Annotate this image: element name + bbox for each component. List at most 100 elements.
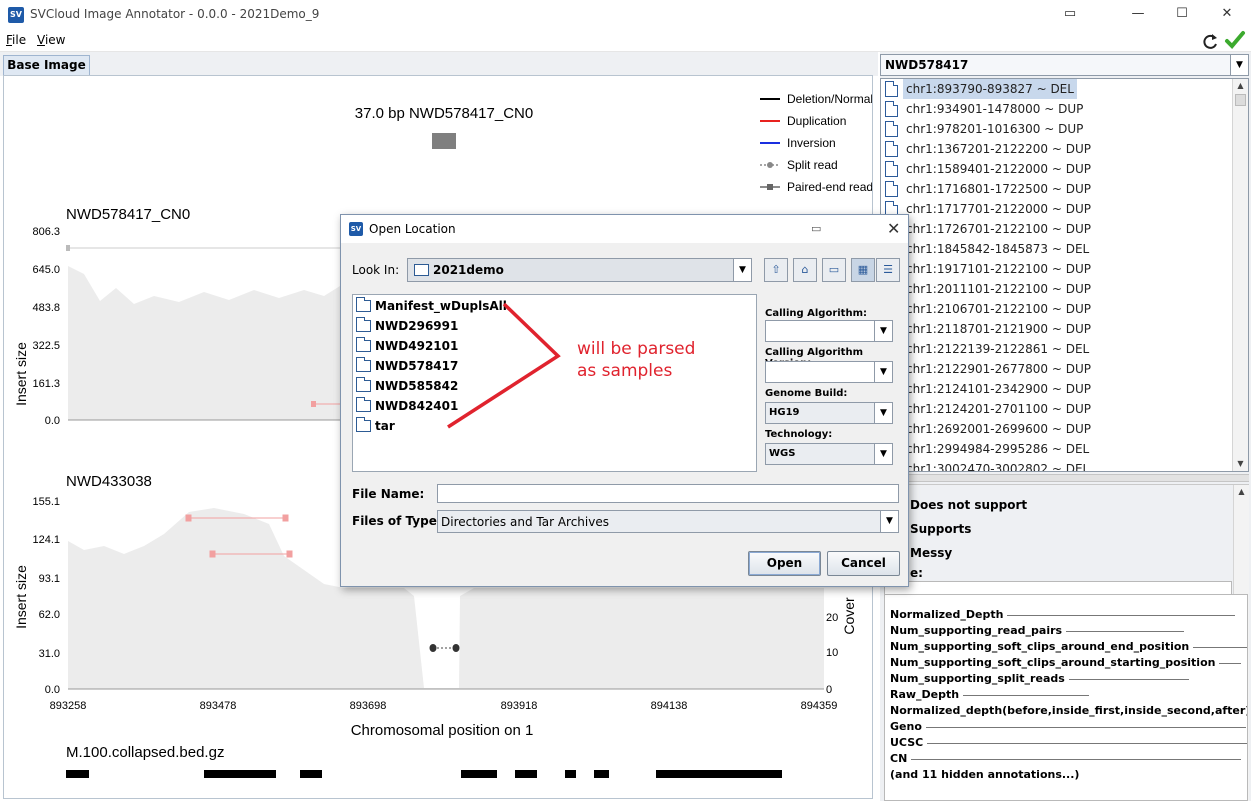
annotation-item-label: Num_supporting_soft_clips_around_startin… xyxy=(890,656,1216,669)
panel2-ytick: 62.0 xyxy=(39,609,60,621)
annotation-item-label: (and 11 hidden annotations...) xyxy=(890,768,1080,781)
sv-list-item[interactable]: chr1:2124101-2342900 ~ DUP xyxy=(885,379,1230,399)
annotation-value-line xyxy=(927,742,1247,744)
checkmark-icon[interactable] xyxy=(1224,30,1246,50)
split-divider[interactable] xyxy=(880,474,1249,482)
sample-selector[interactable]: NWD578417 ▼ xyxy=(880,54,1249,76)
chevron-down-icon[interactable]: ▼ xyxy=(880,511,898,532)
sv-list-item[interactable]: chr1:1367201-2122200 ~ DUP xyxy=(885,139,1230,159)
sv-list-item[interactable]: chr1:1716801-1722500 ~ DUP xyxy=(885,179,1230,199)
close-button[interactable]: ✕ xyxy=(1210,2,1244,26)
genome-build-combo[interactable]: HG19 ▼ xyxy=(765,402,893,424)
sv-list-item-label: chr1:1717701-2122000 ~ DUP xyxy=(906,202,1091,216)
sv-list-item[interactable]: chr1:2118701-2121900 ~ DUP xyxy=(885,319,1230,339)
tab-strip: Base Image xyxy=(0,52,878,76)
bed-track xyxy=(66,770,782,778)
chevron-down-icon[interactable]: ▼ xyxy=(874,444,892,464)
option-messy[interactable]: Messy xyxy=(910,546,952,560)
annotation-item[interactable]: Num_supporting_read_pairs xyxy=(890,623,1185,639)
refresh-icon[interactable] xyxy=(1200,32,1220,50)
maximize-button[interactable]: ☐ xyxy=(1165,2,1199,26)
sv-list-item[interactable]: chr1:1726701-2122100 ~ DUP xyxy=(885,219,1230,239)
sv-list-item[interactable]: chr1:1589401-2122000 ~ DUP xyxy=(885,159,1230,179)
coverage-tick: 10 xyxy=(826,647,838,659)
option-does-not-support[interactable]: Does not support xyxy=(910,498,1027,512)
annotation-item[interactable]: Num_supporting_soft_clips_around_startin… xyxy=(890,655,1242,671)
header-bar xyxy=(432,133,456,149)
folder-icon xyxy=(414,264,429,276)
callout-line-2: as samples xyxy=(577,361,673,381)
panel2-ytick: 93.1 xyxy=(39,573,60,585)
annotation-item[interactable]: Num_supporting_split_reads xyxy=(890,671,1189,687)
annotation-item[interactable]: UCSC xyxy=(890,735,1247,751)
menu-view[interactable]: View xyxy=(37,33,65,47)
sv-list-item-label: chr1:934901-1478000 ~ DUP xyxy=(906,102,1084,116)
legend: Deletion/Normal Duplication Inversion Sp… xyxy=(760,92,872,194)
sv-list-item[interactable]: chr1:2124201-2701100 ~ DUP xyxy=(885,399,1230,419)
look-in-label: Look In: xyxy=(352,263,400,277)
callout-text: will be parsed as samples xyxy=(577,338,695,382)
home-icon[interactable]: ⌂ xyxy=(793,258,817,282)
annotation-item[interactable]: Normalized_Depth xyxy=(890,607,1236,623)
technology-combo[interactable]: WGS ▼ xyxy=(765,443,893,465)
sv-list-item[interactable]: chr1:2994984-2995286 ~ DEL xyxy=(885,439,1230,459)
list-view-icon[interactable]: ▦ xyxy=(851,258,875,282)
dialog-close-icon[interactable]: ✕ xyxy=(887,219,900,238)
annotation-item[interactable]: Geno xyxy=(890,719,1246,735)
coverage-tick: 0 xyxy=(826,684,832,696)
cancel-button[interactable]: Cancel xyxy=(827,551,900,576)
minimize-button[interactable]: — xyxy=(1121,2,1155,26)
chevron-down-icon[interactable]: ▼ xyxy=(733,259,751,281)
sv-list-item[interactable]: chr1:2122139-2122861 ~ DEL xyxy=(885,339,1230,359)
open-button[interactable]: Open xyxy=(748,551,821,576)
legend-duplication: Duplication xyxy=(787,114,846,128)
sv-list-item[interactable]: chr1:893790-893827 ~ DEL xyxy=(885,79,1230,99)
option-supports[interactable]: Supports xyxy=(910,522,971,536)
scroll-thumb[interactable] xyxy=(1235,94,1246,106)
sv-list-scrollbar[interactable]: ▲ ▼ xyxy=(1232,79,1248,471)
sv-list-item[interactable]: chr1:1917101-2122100 ~ DUP xyxy=(885,259,1230,279)
sv-list-item[interactable]: chr1:1717701-2122000 ~ DUP xyxy=(885,199,1230,219)
scroll-down-icon[interactable]: ▼ xyxy=(1233,457,1248,471)
annotation-item[interactable]: Num_supporting_soft_clips_around_end_pos… xyxy=(890,639,1247,655)
calling-algorithm-combo[interactable]: ▼ xyxy=(765,320,893,342)
sv-list-item[interactable]: chr1:1845842-1845873 ~ DEL xyxy=(885,239,1230,259)
chevron-down-icon[interactable]: ▼ xyxy=(874,403,892,423)
annotation-item-label: Normalized_Depth xyxy=(890,608,1004,621)
annotation-item[interactable]: (and 11 hidden annotations...) xyxy=(890,767,1079,783)
calling-algorithm-version-combo[interactable]: ▼ xyxy=(765,361,893,383)
dialog-title-bar: SV Open Location ▭ ✕ xyxy=(341,215,908,243)
menu-bar: File View xyxy=(0,30,1251,52)
details-view-icon[interactable]: ☰ xyxy=(876,258,900,282)
note-field[interactable] xyxy=(884,581,1232,595)
files-of-type-combo[interactable]: Directories and Tar Archives ▼ xyxy=(437,510,899,533)
chevron-down-icon[interactable]: ▼ xyxy=(874,362,892,382)
chevron-down-icon[interactable]: ▼ xyxy=(874,321,892,341)
sv-list-item[interactable]: chr1:2011101-2122100 ~ DUP xyxy=(885,279,1230,299)
sv-list-item[interactable]: chr1:2122901-2677800 ~ DUP xyxy=(885,359,1230,379)
sv-list[interactable]: chr1:893790-893827 ~ DEL chr1:934901-1478… xyxy=(880,78,1249,472)
panel2-yticks: 155.1 124.1 93.1 62.0 31.0 0.0 xyxy=(32,496,60,696)
file-name-input[interactable] xyxy=(437,484,899,503)
sv-list-item[interactable]: chr1:3002470-3002802 ~ DEL xyxy=(885,459,1230,471)
look-in-combo[interactable]: 2021demo ▼ xyxy=(407,258,752,282)
tab-base-image[interactable]: Base Image xyxy=(3,55,90,76)
new-folder-icon[interactable]: ▭ xyxy=(822,258,846,282)
menu-file[interactable]: File xyxy=(6,33,26,47)
scroll-up-icon[interactable]: ▲ xyxy=(1233,79,1248,93)
sv-list-item[interactable]: chr1:978201-1016300 ~ DUP xyxy=(885,119,1230,139)
pin-icon[interactable]: ▭ xyxy=(811,222,821,235)
panel1-ytick: 322.5 xyxy=(32,340,60,352)
panel1-ytick: 0.0 xyxy=(45,415,60,427)
sv-list-item[interactable]: chr1:2692001-2699600 ~ DUP xyxy=(885,419,1230,439)
up-folder-icon[interactable]: ⇧ xyxy=(764,258,788,282)
annotation-item[interactable]: CN xyxy=(890,751,1242,767)
chevron-down-icon[interactable]: ▼ xyxy=(1230,55,1248,75)
annotation-item[interactable]: Normalized_depth(before,inside_first,ins… xyxy=(890,703,1247,719)
annotation-list[interactable]: Normalized_Depth Num_supporting_read_pair… xyxy=(884,594,1248,801)
annotation-item[interactable]: Raw_Depth xyxy=(890,687,1090,703)
scroll-up-icon[interactable]: ▲ xyxy=(1234,485,1249,499)
sv-list-item[interactable]: chr1:934901-1478000 ~ DUP xyxy=(885,99,1230,119)
sv-list-item[interactable]: chr1:2106701-2122100 ~ DUP xyxy=(885,299,1230,319)
pin-icon[interactable]: ▭ xyxy=(1053,2,1087,26)
